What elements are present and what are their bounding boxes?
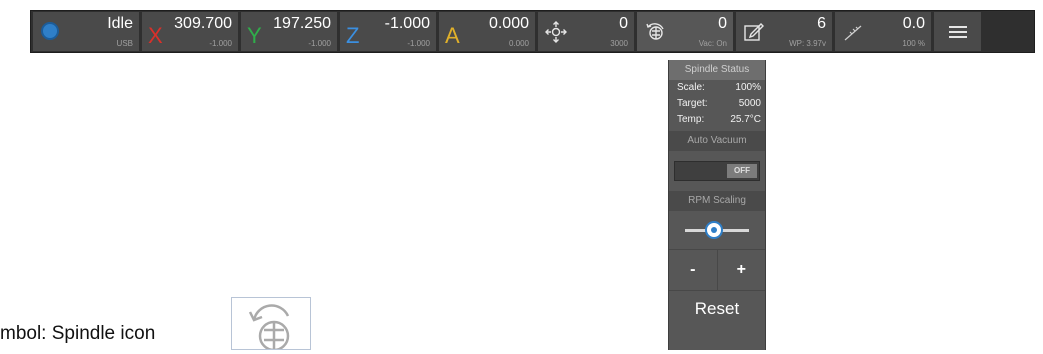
spindle-icon [248, 304, 290, 352]
move-arrows-icon [545, 21, 567, 43]
y-axis-sub: -1.000 [308, 39, 331, 48]
spindle-status-panel: Spindle Status Scale: 100% Target: 5000 … [668, 60, 766, 350]
status-tile[interactable]: Idle USB [33, 12, 139, 51]
feed-value: 0.0 [902, 15, 925, 32]
rpm-scaling-header: RPM Scaling [669, 191, 765, 211]
rpm-minus-button[interactable]: - [669, 250, 718, 290]
auto-vacuum-header: Auto Vacuum [669, 131, 765, 151]
status-sub: USB [116, 39, 133, 48]
y-axis-tile[interactable]: Y 197.250 -1.000 [241, 12, 337, 51]
reset-button[interactable]: Reset [669, 290, 765, 327]
a-axis-value: 0.000 [488, 15, 529, 32]
toggle-state: OFF [727, 164, 757, 178]
spindle-value: 0 [718, 15, 727, 32]
z-axis-letter: Z [346, 23, 360, 48]
feed-tile[interactable]: 0.0 100 % [835, 12, 931, 51]
status-toolbar: Idle USB X 309.700 -1.000 Y 197.250 -1.0… [30, 10, 1035, 53]
hamburger-menu-icon [948, 23, 967, 41]
spindle-icon-preview [231, 297, 311, 352]
a-axis-tile[interactable]: A 0.000 0.000 [439, 12, 535, 51]
menu-button[interactable] [934, 12, 981, 51]
z-axis-sub: -1.000 [407, 39, 430, 48]
x-axis-letter: X [148, 23, 163, 48]
rpm-plus-button[interactable]: + [718, 250, 766, 290]
temp-label: Temp: [677, 114, 705, 125]
y-axis-letter: Y [247, 23, 262, 48]
spindle-status-header: Spindle Status [669, 60, 765, 80]
tool-value: 6 [817, 15, 826, 32]
x-axis-tile[interactable]: X 309.700 -1.000 [142, 12, 238, 51]
jog-sub: 3000 [610, 39, 628, 48]
spindle-icon [646, 23, 664, 40]
target-label: Target: [677, 98, 708, 109]
a-axis-sub: 0.000 [508, 39, 529, 48]
tool-tile[interactable]: 6 WP: 3.97v [736, 12, 832, 51]
a-axis-letter: A [445, 23, 460, 48]
x-axis-sub: -1.000 [209, 39, 232, 48]
scale-value: 100% [735, 82, 761, 93]
y-axis-value: 197.250 [273, 15, 331, 32]
target-row: Target: 5000 [669, 96, 765, 112]
jog-tile[interactable]: 0 3000 [538, 12, 634, 51]
z-axis-value: -1.000 [384, 15, 430, 32]
rpm-adjust-buttons: - + [669, 249, 765, 290]
feed-sub: 100 % [902, 39, 925, 48]
scale-label: Scale: [677, 82, 705, 93]
temp-row: Temp: 25.7°C [669, 112, 765, 128]
target-value: 5000 [738, 98, 761, 109]
status-dot-icon [41, 22, 59, 40]
tool-edit-icon [744, 23, 764, 41]
slider-thumb[interactable] [705, 221, 723, 239]
temp-value: 25.7°C [730, 114, 761, 125]
tool-sub: WP: 3.97v [789, 39, 826, 48]
scale-row: Scale: 100% [669, 80, 765, 96]
auto-vacuum-toggle[interactable]: OFF [674, 161, 760, 181]
status-value: Idle [107, 15, 133, 32]
spindle-sub: Vac: On [698, 39, 727, 48]
z-axis-tile[interactable]: Z -1.000 -1.000 [340, 12, 436, 51]
rpm-scaling-slider[interactable] [669, 217, 765, 243]
feed-icon [844, 25, 862, 41]
x-axis-value: 309.700 [174, 15, 232, 32]
jog-value: 0 [619, 15, 628, 32]
spindle-tile[interactable]: 0 Vac: On [637, 12, 733, 51]
caption-text: mbol: Spindle icon [0, 323, 156, 344]
